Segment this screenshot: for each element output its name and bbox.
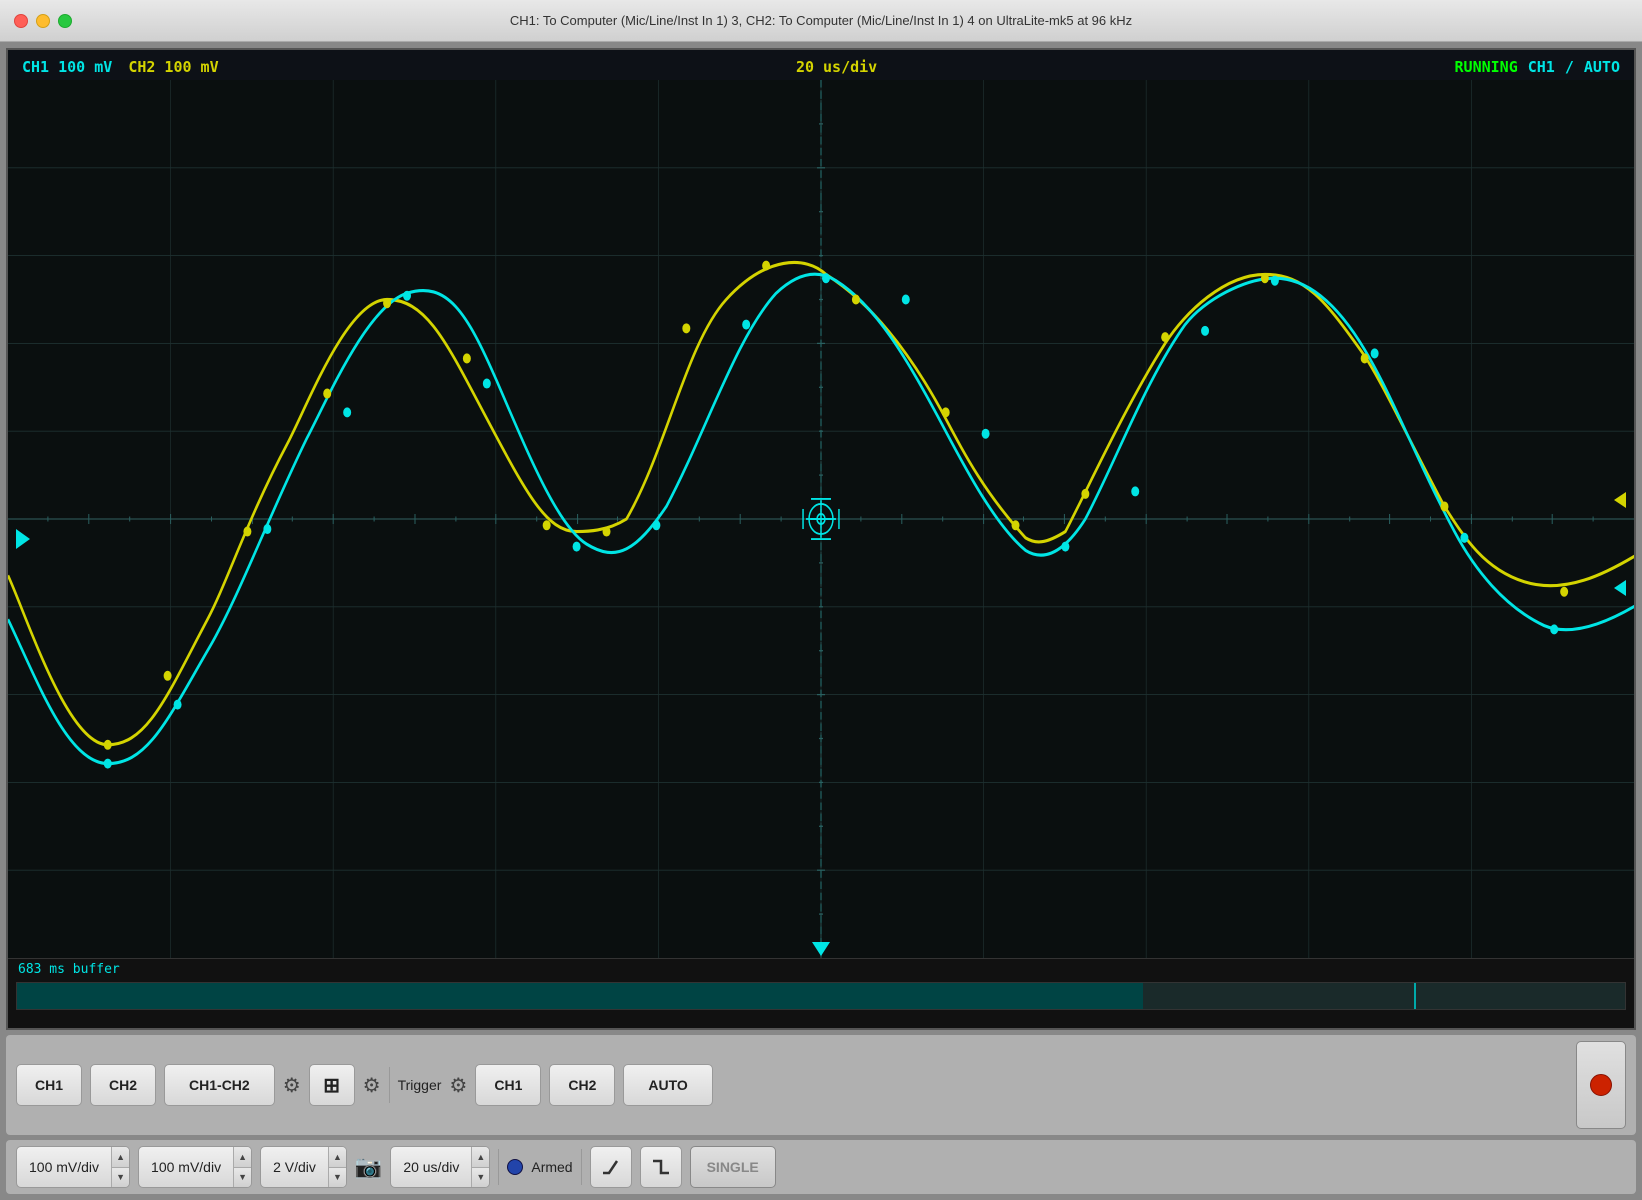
ch12-vdiv-arrows[interactable]: ▲ ▼	[328, 1147, 346, 1187]
ch1-vdiv-down[interactable]: ▼	[112, 1168, 129, 1188]
ch2-vdiv-down[interactable]: ▼	[234, 1168, 251, 1188]
single-button[interactable]: SINGLE	[690, 1146, 776, 1188]
record-button[interactable]	[1576, 1041, 1626, 1129]
trigger-arrow-bottom[interactable]	[812, 942, 830, 956]
buffer-fill	[17, 983, 1143, 1009]
time-div-spinbox[interactable]: 20 us/div ▲ ▼	[390, 1146, 490, 1188]
armed-text-label: Armed	[531, 1159, 572, 1175]
ch12-vdiv-up[interactable]: ▲	[329, 1147, 346, 1168]
main-window: CH1 100 mV CH2 100 mV 20 us/div RUNNING …	[0, 42, 1642, 1200]
trigger-arrow-right-ch2[interactable]	[1614, 492, 1626, 508]
trigger-arrow-left[interactable]	[16, 529, 30, 549]
falling-slope-button[interactable]	[640, 1146, 682, 1188]
record-dot-icon	[1590, 1074, 1612, 1096]
ch2-vdiv-spinbox[interactable]: 100 mV/div ▲ ▼	[138, 1146, 252, 1188]
scope-display[interactable]: CH1 100 mV CH2 100 mV 20 us/div RUNNING …	[6, 48, 1636, 1030]
ch2-vdiv-up[interactable]: ▲	[234, 1147, 251, 1168]
auto-button[interactable]: AUTO	[623, 1064, 712, 1106]
buffer-bar[interactable]	[16, 982, 1626, 1010]
minimize-button[interactable]	[36, 14, 50, 28]
ch-settings-gear-icon[interactable]: ⚙	[283, 1073, 301, 1098]
camera-icon[interactable]: 📷	[355, 1154, 382, 1180]
scope-svg	[8, 80, 1634, 958]
scope-header: CH1 100 mV CH2 100 mV 20 us/div RUNNING …	[8, 58, 1634, 76]
ch12-vdiv-label: 2 V/div	[261, 1159, 328, 1175]
running-status: RUNNING	[1455, 58, 1518, 76]
trigger-ch2-button[interactable]: CH2	[549, 1064, 615, 1106]
ch1-vdiv-label: 100 mV/div	[17, 1159, 111, 1175]
ch2-label: CH2 100 mV	[128, 58, 218, 76]
trigger-text-label: Trigger	[398, 1077, 442, 1093]
time-div-arrows[interactable]: ▲ ▼	[471, 1147, 489, 1187]
ch1-vdiv-arrows[interactable]: ▲ ▼	[111, 1147, 129, 1187]
ch2-button[interactable]: CH2	[90, 1064, 156, 1106]
time-div-spinbox-label: 20 us/div	[391, 1159, 471, 1175]
rising-slope-icon	[601, 1157, 621, 1177]
buffer-cursor	[1414, 983, 1416, 1009]
grid-button[interactable]: ⊞	[309, 1064, 355, 1106]
trigger-gear-icon[interactable]: ⚙	[449, 1073, 467, 1098]
trigger-ch-label: CH1	[1528, 58, 1555, 76]
armed-dot-icon	[507, 1159, 523, 1175]
rising-slope-button[interactable]	[590, 1146, 632, 1188]
scope-header-left: CH1 100 mV CH2 100 mV	[22, 58, 219, 76]
traffic-lights	[14, 14, 72, 28]
buffer-label: 683 ms buffer	[8, 959, 1634, 980]
ch1-button[interactable]: CH1	[16, 1064, 82, 1106]
separator2	[498, 1149, 499, 1185]
ch1-vdiv-up[interactable]: ▲	[112, 1147, 129, 1168]
armed-indicator: Armed	[507, 1159, 572, 1175]
time-div-label: 20 us/div	[796, 58, 877, 76]
title-bar: CH1: To Computer (Mic/Line/Inst In 1) 3,…	[0, 0, 1642, 42]
maximize-button[interactable]	[58, 14, 72, 28]
controls-row2: 100 mV/div ▲ ▼ 100 mV/div ▲ ▼ 2 V/div ▲ …	[6, 1140, 1636, 1194]
controls-row1: CH1 CH2 CH1-CH2 ⚙ ⊞ ⚙ Trigger ⚙ CH1 CH2 …	[6, 1035, 1636, 1135]
trigger-ch1-button[interactable]: CH1	[475, 1064, 541, 1106]
buffer-area: 683 ms buffer	[8, 958, 1634, 1028]
trigger-slash: /	[1565, 58, 1574, 76]
falling-slope-icon	[651, 1157, 671, 1177]
ch1-vdiv-spinbox[interactable]: 100 mV/div ▲ ▼	[16, 1146, 130, 1188]
scope-settings-gear-icon[interactable]: ⚙	[363, 1073, 381, 1098]
close-button[interactable]	[14, 14, 28, 28]
ch1-label: CH1 100 mV	[22, 58, 112, 76]
time-div-up[interactable]: ▲	[472, 1147, 489, 1168]
window-title: CH1: To Computer (Mic/Line/Inst In 1) 3,…	[510, 13, 1132, 28]
ch2-vdiv-label: 100 mV/div	[139, 1159, 233, 1175]
separator1	[389, 1067, 390, 1103]
ch12-vdiv-down[interactable]: ▼	[329, 1168, 346, 1188]
trigger-arrow-right-ch1[interactable]	[1614, 580, 1626, 596]
ch2-vdiv-arrows[interactable]: ▲ ▼	[233, 1147, 251, 1187]
trigger-mode-label: AUTO	[1584, 58, 1620, 76]
time-div-down[interactable]: ▼	[472, 1168, 489, 1188]
ch1ch2-button[interactable]: CH1-CH2	[164, 1064, 275, 1106]
ch12-vdiv-spinbox[interactable]: 2 V/div ▲ ▼	[260, 1146, 347, 1188]
separator3	[581, 1149, 582, 1185]
scope-status: RUNNING CH1 / AUTO	[1455, 58, 1620, 76]
